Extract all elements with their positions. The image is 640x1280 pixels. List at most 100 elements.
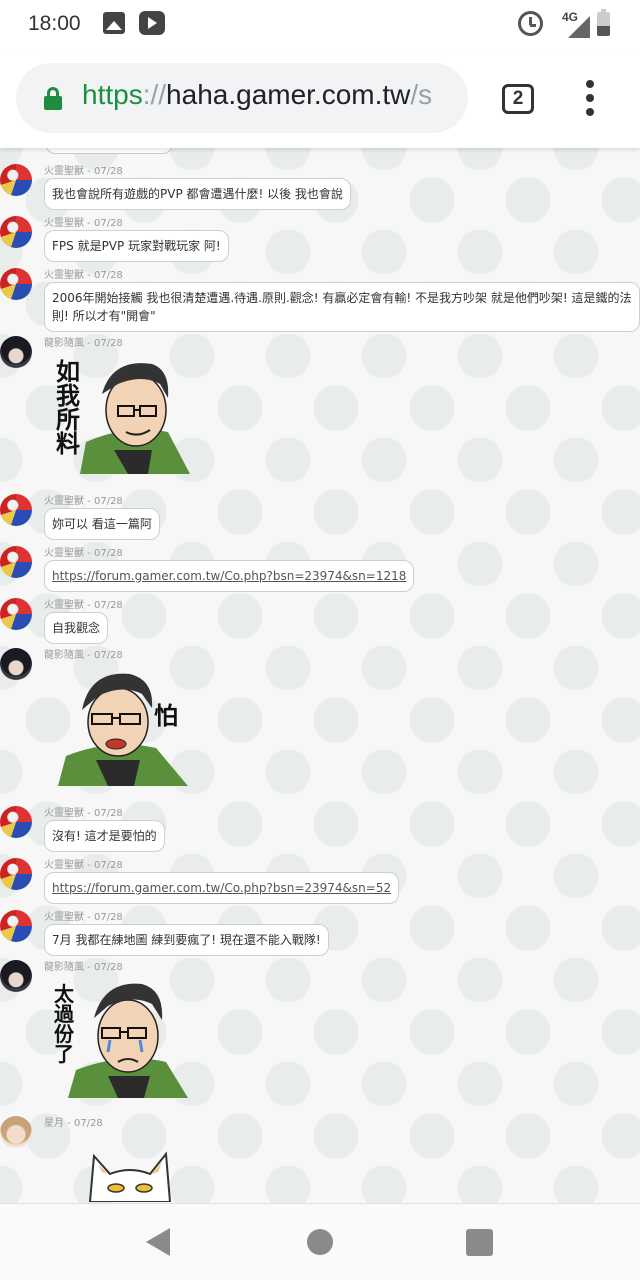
meta-separator: -: [64, 1118, 74, 1129]
message-bubble: 我也會說所有遊戲的PVP 都會遭遇什麼! 以後 我也會說: [44, 178, 351, 210]
browser-toolbar: https://haha.gamer.com.tw/s 2: [0, 50, 640, 148]
message-meta: 火靈聖獸 - 07/28: [44, 492, 123, 507]
username[interactable]: 星月: [44, 1118, 64, 1129]
message-meta: 龍影隨風 - 07/28: [44, 646, 123, 661]
status-bar: 18:00 4G: [0, 0, 640, 50]
sticker-caption: 怕: [154, 702, 178, 730]
timestamp: 07/28: [93, 600, 123, 611]
username[interactable]: 火靈聖獸: [44, 808, 84, 819]
avatar[interactable]: [0, 1116, 32, 1148]
username[interactable]: 火靈聖獸: [44, 166, 84, 177]
timestamp: 07/28: [73, 1118, 103, 1129]
username[interactable]: 龍影隨風: [44, 650, 84, 661]
avatar[interactable]: [0, 546, 32, 578]
url-host: haha.gamer.com.tw: [166, 79, 411, 110]
timestamp: 07/28: [93, 860, 123, 871]
message-meta: 火靈聖獸 - 07/28: [44, 856, 123, 871]
username[interactable]: 龍影隨風: [44, 962, 84, 973]
username[interactable]: 火靈聖獸: [44, 218, 84, 229]
timestamp: 07/28: [93, 338, 123, 349]
avatar[interactable]: [0, 268, 32, 300]
meta-separator: -: [84, 912, 94, 923]
image-notification-icon: [103, 12, 125, 34]
home-icon[interactable]: [307, 1229, 333, 1255]
avatar[interactable]: [0, 910, 32, 942]
sticker-image[interactable]: [80, 1136, 180, 1203]
username[interactable]: 火靈聖獸: [44, 496, 84, 507]
meta-separator: -: [84, 962, 94, 973]
message-meta: 龍影隨風 - 07/28: [44, 958, 123, 973]
message-bubble: 妳可以 看這一篇阿: [44, 508, 160, 540]
timestamp: 07/28: [93, 962, 123, 973]
message-link[interactable]: https://forum.gamer.com.tw/Co.php?bsn=23…: [52, 881, 391, 895]
meta-separator: -: [84, 166, 94, 177]
message-bubble: FPS 就是PVP 玩家對戰玩家 阿!: [44, 230, 229, 262]
alarm-icon: [518, 11, 543, 36]
timestamp: 07/28: [93, 808, 123, 819]
back-icon[interactable]: [146, 1228, 170, 1256]
url-scheme: https: [82, 79, 143, 110]
sticker-image[interactable]: 如我所料: [56, 354, 196, 474]
url-text[interactable]: https://haha.gamer.com.tw/s: [82, 79, 432, 111]
meta-separator: -: [84, 270, 94, 281]
avatar[interactable]: [0, 960, 32, 992]
message-meta: 火靈聖獸 - 07/28: [44, 908, 123, 923]
sticker-caption: 如我所料: [56, 358, 80, 458]
avatar[interactable]: [0, 164, 32, 196]
username[interactable]: 火靈聖獸: [44, 912, 84, 923]
meta-separator: -: [84, 548, 94, 559]
address-bar[interactable]: https://haha.gamer.com.tw/s: [16, 63, 468, 133]
timestamp: 07/28: [93, 496, 123, 507]
avatar[interactable]: [0, 648, 32, 680]
meta-separator: -: [84, 600, 94, 611]
chat-log[interactable]: 火靈聖獸 - 07/28 我也會說所有遊戲的PVP 都會遭遇什麼! 以後 我也會…: [0, 148, 640, 1203]
message-meta: 火靈聖獸 - 07/28: [44, 596, 123, 611]
avatar[interactable]: [0, 806, 32, 838]
timestamp: 07/28: [93, 912, 123, 923]
username[interactable]: 龍影隨風: [44, 338, 84, 349]
lock-icon[interactable]: [44, 87, 62, 110]
tab-switcher-button[interactable]: 2: [502, 84, 534, 114]
recent-apps-icon[interactable]: [466, 1229, 493, 1256]
url-separator: ://: [142, 79, 167, 110]
message-link[interactable]: https://forum.gamer.com.tw/Co.php?bsn=23…: [52, 569, 406, 583]
avatar[interactable]: [0, 858, 32, 890]
timestamp: 07/28: [93, 166, 123, 177]
play-store-notification-icon: [139, 11, 165, 35]
username[interactable]: 火靈聖獸: [44, 860, 84, 871]
meta-separator: -: [84, 860, 94, 871]
avatar[interactable]: [0, 494, 32, 526]
message-meta: 火靈聖獸 - 07/28: [44, 544, 123, 559]
cell-signal-icon: [568, 16, 590, 38]
status-time: 18:00: [28, 12, 81, 35]
message-meta: 火靈聖獸 - 07/28: [44, 162, 123, 177]
avatar[interactable]: [0, 336, 32, 368]
timestamp: 07/28: [93, 650, 123, 661]
message-bubble: 2006年開始接觸 我也很清楚遭遇.待遇.原則.觀念! 有贏必定會有輸! 不是我…: [44, 282, 640, 332]
message-bubble: https://forum.gamer.com.tw/Co.php?bsn=23…: [44, 872, 400, 904]
system-navigation-bar: [0, 1203, 640, 1280]
message-bubble: 7月 我都在練地圖 練到要瘋了! 現在還不能入戰隊!: [44, 924, 329, 956]
meta-separator: -: [84, 808, 94, 819]
message-bubble: https://forum.gamer.com.tw/Co.php?bsn=23…: [44, 560, 415, 592]
timestamp: 07/28: [93, 270, 123, 281]
username[interactable]: 火靈聖獸: [44, 600, 84, 611]
username[interactable]: 火靈聖獸: [44, 270, 84, 281]
meta-separator: -: [84, 650, 94, 661]
message-bubble: 自我觀念: [44, 612, 109, 644]
avatar[interactable]: [0, 216, 32, 248]
meta-separator: -: [84, 218, 94, 229]
message-bubble: 沒有! 這才是要怕的: [44, 820, 165, 852]
meta-separator: -: [84, 496, 94, 507]
url-path: /s: [410, 79, 433, 110]
cat-sticker-drawing: [88, 1151, 172, 1203]
message-meta: 星月 - 07/28: [44, 1114, 103, 1129]
battery-icon: [597, 9, 610, 36]
sticker-image[interactable]: 怕: [56, 666, 196, 786]
username[interactable]: 火靈聖獸: [44, 548, 84, 559]
message-meta: 火靈聖獸 - 07/28: [44, 214, 123, 229]
sticker-caption: 太過份了: [54, 982, 74, 1066]
avatar[interactable]: [0, 598, 32, 630]
overflow-menu-icon[interactable]: [580, 80, 600, 116]
sticker-image[interactable]: 太過份了: [54, 978, 196, 1098]
